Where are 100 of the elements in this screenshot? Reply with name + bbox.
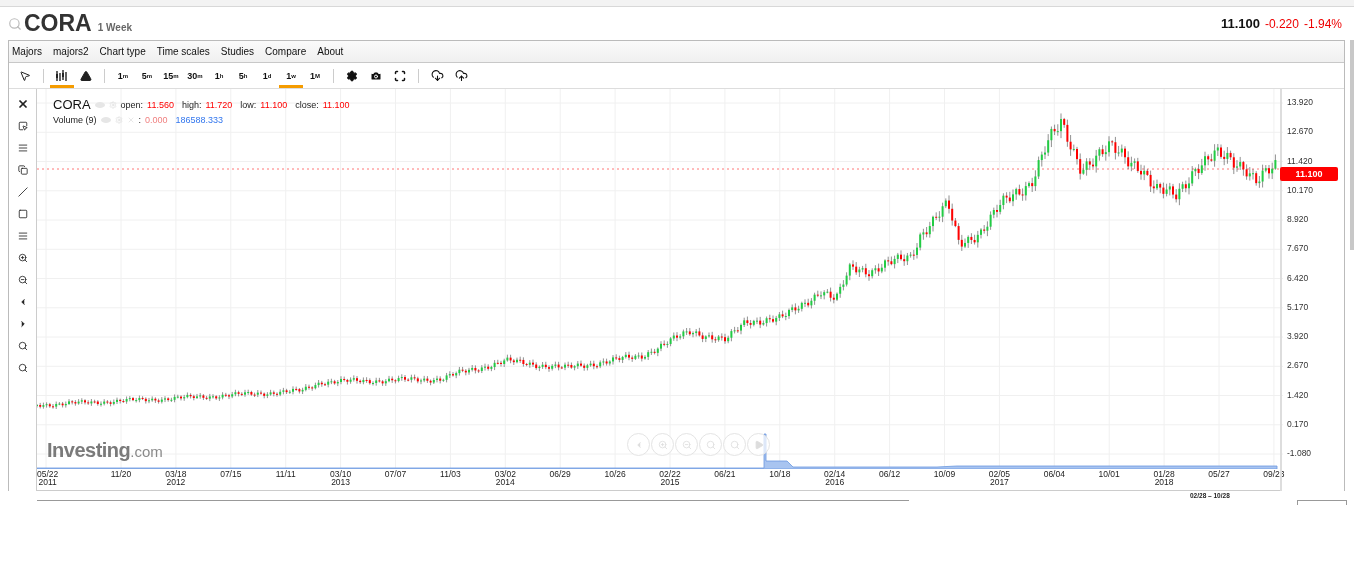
zoom-icon [705,439,716,450]
zoom-out-icon [17,275,28,285]
date-label: 11/11 [275,470,296,479]
date-label: 07/07 [384,470,407,479]
price-label: 12.670 [1287,126,1313,137]
price-label: -1.080 [1287,448,1312,458]
legend-label: low: [240,99,257,110]
scrollbar[interactable] [1350,40,1354,250]
price-label: 0.170 [1287,418,1309,429]
legend-label: open: [120,99,144,110]
date-label: 02/05 [988,470,1011,479]
percent-change: -1.94% [1303,16,1342,31]
year-label: 2014 [494,478,516,487]
interval-tab[interactable]: 1$^{m}$ [111,63,135,88]
menu-item[interactable]: Majors [12,46,42,57]
right-triangle-icon [753,439,764,450]
year-label: 2018 [1153,478,1175,487]
date-label: 03/10 [329,470,352,479]
date-label: 06/12 [878,470,901,479]
year-label: 2016 [824,478,846,487]
interval-tab[interactable]: 15$^{m}$ [159,63,183,88]
select-icon [17,121,28,131]
date-label: 06/21 [714,470,736,479]
date-label: 02/22 [659,470,681,479]
last-price: 11.100 [1220,16,1260,31]
interval-tab[interactable]: 1$^{M}$ [303,63,327,88]
interval-tab[interactable]: 5$^{h}$ [231,63,255,88]
zoom-icon [729,439,740,450]
volume-separator: : [138,115,142,125]
date-label: 01/28 [1153,470,1175,479]
range-handle[interactable] [1297,500,1347,505]
volume-label: Volume (9) [53,115,97,125]
date-label: 03/02 [494,470,516,479]
legend-value: 11.720 [205,99,233,110]
date-label: 06/29 [549,470,571,479]
brand-logo: Investing.com [47,439,163,462]
interval-tab[interactable]: 1$^{d}$ [255,63,279,88]
price-label: 3.920 [1287,331,1309,341]
volume-amount: 186588.333 [175,115,224,125]
interval-tab[interactable]: 1$^{w}$ [279,63,303,88]
line-icon [17,187,28,197]
price-label: 6.420 [1287,272,1309,283]
close-icon [16,98,29,110]
zoom-in-icon [17,253,28,263]
menu-item[interactable]: majors2 [53,46,89,57]
year-label: 2017 [988,478,1010,487]
date-label: 02/14 [824,470,846,479]
interval-tab[interactable]: 5$^{m}$ [135,63,159,88]
menu-item[interactable]: Chart type [99,46,146,57]
search-icon[interactable] [8,16,22,31]
menu-item[interactable]: Compare [265,46,307,57]
date-label: 06/04 [1043,470,1065,479]
legend-label: high: [181,99,202,110]
candles-icon [55,69,69,82]
menu-item[interactable]: Studies [220,46,255,57]
legend-symbol: CORA [53,97,91,112]
current-price-tag: 11.100 [1280,167,1338,181]
price-change: -0.220 [1264,16,1299,31]
price-label: 8.920 [1287,214,1309,224]
price-label: 1.420 [1287,389,1309,400]
date-label: 11/20 [110,470,132,479]
price-label: 13.920 [1287,97,1313,107]
cloud-download-icon [430,69,444,82]
lines-icon [17,231,28,241]
year-label: 2011 [37,478,58,487]
camera-icon [370,69,382,82]
date-label: 10/18 [769,470,791,479]
menu-item[interactable]: About [317,46,344,57]
rectangle-icon [17,209,28,219]
menu-item[interactable]: Time scales [156,46,210,57]
date-label: 11/03 [440,470,461,479]
price-label: 11.420 [1287,155,1313,166]
legend-value: 11.560 [147,99,174,110]
price-label: 10.170 [1287,184,1313,195]
interval-tab[interactable]: 30$^{m}$ [183,63,207,88]
copy-icon [17,165,28,175]
pointer-icon [19,69,31,82]
period-label: 1 Week [97,22,133,33]
zoom-in-icon [657,439,668,450]
date-label: 03/18 [165,470,187,479]
year-label: 2015 [659,478,681,487]
zoom-icon [17,341,28,351]
date-label: 05/22 [37,470,59,479]
zoom-out-icon [681,439,692,450]
legend-value: 11.100 [260,99,288,110]
mountain-icon [80,69,92,82]
symbol-title: CORA [24,10,92,37]
cloud-upload-icon [454,69,468,82]
fullscreen-icon [394,69,406,82]
settings-icon [346,69,358,82]
price-label: 5.170 [1287,301,1309,312]
date-label: 10/01 [1098,470,1120,479]
year-label: 2012 [165,478,187,487]
interval-tab[interactable]: 1$^{h}$ [207,63,231,88]
zoom-icon [17,363,28,373]
date-label: 05/27 [1208,470,1230,479]
volume-value: 0.000 [145,115,168,125]
date-label: 10/09 [933,470,956,479]
legend-value: 11.100 [322,99,350,110]
date-label: 07/15 [220,470,242,479]
